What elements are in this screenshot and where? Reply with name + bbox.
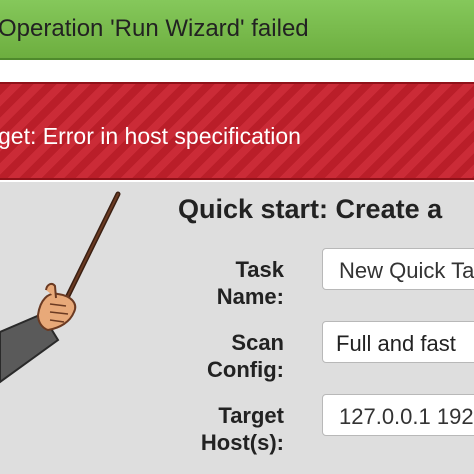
status-banner-text: Operation 'Run Wizard' failed (0, 15, 309, 42)
scan-config-select[interactable]: Full and fast (322, 321, 474, 363)
target-hosts-input[interactable]: 127.0.0.1 192 (322, 394, 474, 436)
scan-config-value: Full and fast (336, 331, 456, 356)
wizard-illustration-icon (0, 191, 121, 384)
error-banner: get: Error in host specification (0, 82, 474, 180)
task-name-value: New Quick Ta (339, 258, 474, 283)
task-name-label: Task Name: (216, 257, 284, 309)
page-title: Quick start: Create a (178, 194, 443, 224)
scan-config-label: Scan Config: (207, 330, 284, 382)
status-banner: Operation 'Run Wizard' failed (0, 0, 474, 60)
task-name-input[interactable]: New Quick Ta (322, 248, 474, 290)
target-hosts-label: Target Host(s): (200, 403, 284, 455)
target-hosts-value: 127.0.0.1 192 (339, 404, 474, 429)
error-banner-text: get: Error in host specification (0, 123, 301, 149)
banner-spacer (0, 60, 474, 82)
quick-start-panel: Quick start: Create a Task Name: New Qui… (0, 182, 474, 474)
